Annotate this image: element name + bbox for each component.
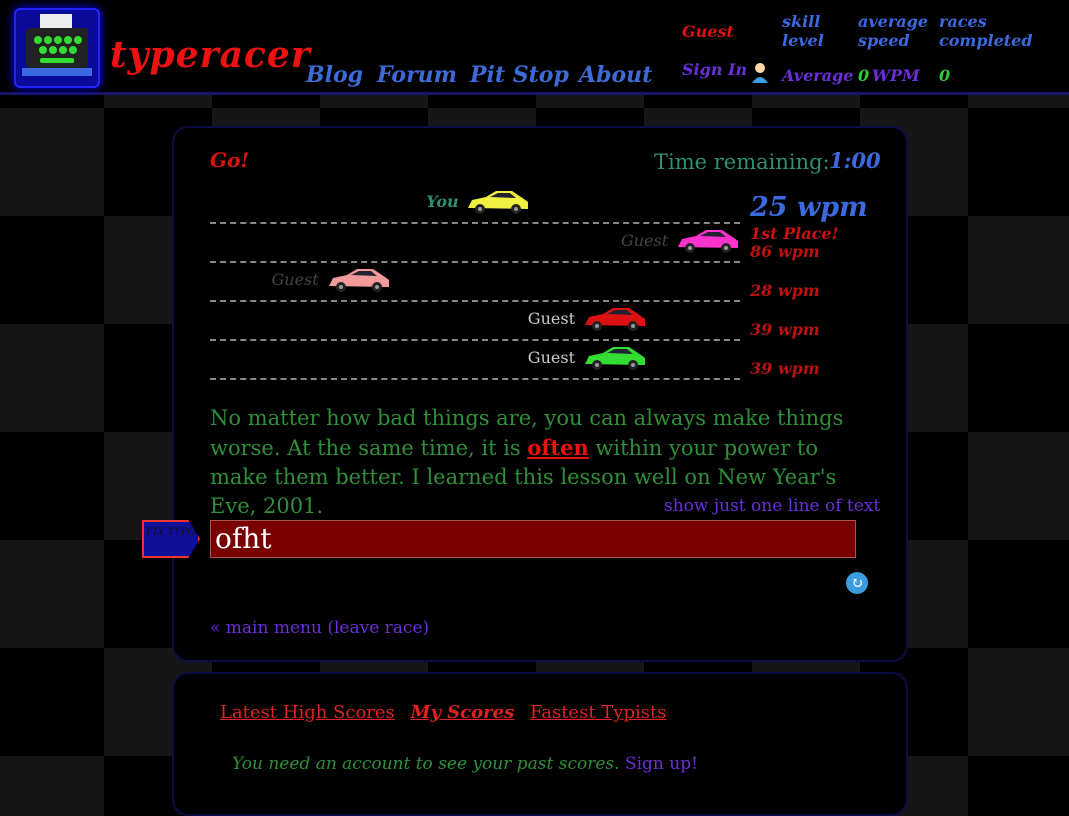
logo-text[interactable]: typeracer (110, 34, 311, 76)
race-status: Go! (210, 148, 250, 172)
player-name-guest: Guest (621, 231, 669, 250)
nav-blog[interactable]: Blog (306, 62, 363, 88)
typewriter-logo-icon[interactable] (14, 8, 100, 88)
opponent-wpm: 39 wpm (750, 320, 820, 339)
races-completed-label: races completed (939, 12, 1033, 50)
tab-my-scores[interactable]: My Scores (411, 702, 515, 723)
typing-input[interactable]: ofht (210, 520, 856, 558)
time-remaining-value: 1:00 (829, 148, 881, 173)
race-car-icon (468, 191, 529, 214)
avg-speed-unit: WPM (872, 66, 920, 85)
username: Guest (682, 22, 734, 41)
place-label: 1st Place! (750, 224, 839, 243)
lane-divider (210, 261, 740, 263)
avg-speed-label: average speed (858, 12, 929, 50)
player-name-guest: Guest (527, 309, 575, 328)
race-car-icon (584, 308, 645, 331)
account-message: You need an account to see your past sco… (232, 754, 698, 774)
sign-in-link[interactable]: Sign In (682, 60, 747, 79)
my-wpm: 25 wpm (750, 192, 868, 223)
player-name-you: You (426, 192, 459, 211)
fix-typo-indicator: FIX TYPO (142, 520, 200, 558)
opponent-wpm: 86 wpm (750, 242, 820, 261)
sign-up-link[interactable]: Sign up! (625, 754, 698, 774)
tab-fastest-typists[interactable]: Fastest Typists (530, 702, 666, 723)
lane-divider (210, 378, 740, 380)
show-one-line-link[interactable]: show just one line of text (664, 496, 880, 516)
header: typeracer Blog Forum Pit Stop About Gues… (0, 0, 1069, 95)
race-car-icon (678, 230, 738, 253)
user-icon[interactable] (750, 62, 770, 84)
opponent-wpm: 39 wpm (750, 359, 820, 378)
player-name-guest: Guest (527, 348, 575, 367)
lane-divider (210, 339, 740, 341)
main-menu-link[interactable]: « main menu (leave race) (210, 618, 429, 638)
nav-about[interactable]: About (579, 62, 652, 88)
skill-level-label: skill level (782, 12, 824, 50)
opponent-wpm: 28 wpm (750, 281, 820, 300)
tab-latest-high-scores[interactable]: Latest High Scores (220, 702, 395, 723)
player-name-guest: Guest (271, 270, 319, 289)
scores-tabs: Latest High Scores My Scores Fastest Typ… (220, 702, 676, 723)
lane-divider (210, 300, 740, 302)
race-car-icon (328, 269, 389, 292)
scores-panel: Latest High Scores My Scores Fastest Typ… (172, 672, 908, 816)
avg-speed-value: 0 (858, 66, 870, 85)
lane-divider (210, 222, 740, 224)
current-word: often (527, 435, 589, 460)
skill-level-value: Average (782, 66, 854, 85)
nav-pit-stop[interactable]: Pit Stop (470, 62, 569, 88)
race-panel: Go! Time remaining: 1:00 25 wpm 1st Plac… (142, 126, 908, 662)
refresh-icon[interactable]: ↻ (846, 572, 868, 594)
nav-forum[interactable]: Forum (377, 62, 457, 88)
time-remaining-label: Time remaining: (654, 150, 830, 174)
races-completed-value: 0 (939, 66, 951, 85)
race-car-icon (584, 347, 645, 370)
